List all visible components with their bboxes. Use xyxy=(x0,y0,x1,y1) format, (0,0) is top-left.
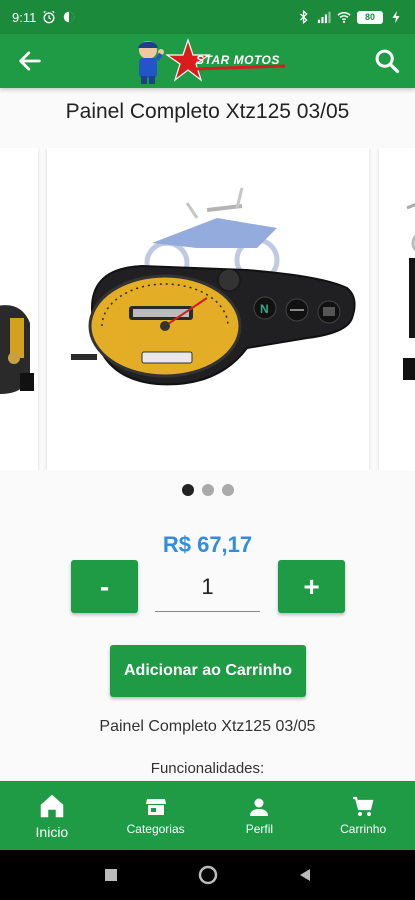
increase-quantity-button[interactable]: + xyxy=(278,560,345,613)
product-title: Painel Completo Xtz125 03/05 xyxy=(65,100,350,123)
features-heading: Funcionalidades: xyxy=(150,760,265,777)
nav-item-carrinho[interactable]: Carrinho xyxy=(311,781,415,850)
nav-item-inicio[interactable]: Inicio xyxy=(0,781,104,850)
nav-label-categorias: Categorias xyxy=(126,822,185,836)
alarm-icon xyxy=(43,10,55,24)
status-bar: 9:11 80 xyxy=(0,0,415,34)
app-notification-icon xyxy=(64,11,75,23)
nav-label-carrinho: Carrinho xyxy=(340,822,387,836)
nav-item-categorias[interactable]: Categorias xyxy=(104,781,208,850)
charging-icon xyxy=(392,10,400,24)
battery-icon: 80 xyxy=(357,10,383,24)
decrease-quantity-button[interactable]: - xyxy=(71,560,138,613)
carousel-indicator xyxy=(0,484,415,496)
product-image-next xyxy=(403,203,415,380)
recent-apps-icon[interactable] xyxy=(104,868,118,882)
signal-icon xyxy=(317,11,331,24)
bluetooth-icon xyxy=(300,10,308,24)
carousel-slide-active[interactable]: N xyxy=(47,148,369,470)
brand-name: STAR MOTOS xyxy=(196,53,280,67)
system-navigation-bar xyxy=(0,850,415,900)
svg-text:N: N xyxy=(260,302,269,316)
home-icon xyxy=(40,794,64,818)
person-icon xyxy=(250,798,269,816)
cart-icon xyxy=(353,796,374,816)
nav-item-perfil[interactable]: Perfil xyxy=(208,781,312,850)
product-image-previous xyxy=(0,305,34,394)
nav-label-perfil: Perfil xyxy=(245,822,274,836)
carousel-dot-2[interactable] xyxy=(201,484,214,496)
nav-label-inicio: Inicio xyxy=(35,824,69,840)
bottom-navigation: Inicio Categorias Perfil Carrinho xyxy=(0,781,415,850)
carousel-dot-1[interactable] xyxy=(181,484,194,496)
brand-logo: STAR MOTOS xyxy=(130,36,290,86)
home-button-icon[interactable] xyxy=(198,865,218,885)
carousel-dot-3[interactable] xyxy=(221,484,234,496)
product-image-carousel[interactable]: N xyxy=(0,148,415,470)
add-to-cart-button[interactable]: Adicionar ao Carrinho xyxy=(110,645,306,697)
app-bar: STAR MOTOS xyxy=(0,34,415,88)
status-time: 9:11 xyxy=(12,9,37,25)
quantity-input[interactable] xyxy=(155,562,260,612)
arrow-left-icon[interactable] xyxy=(16,47,44,75)
store-icon xyxy=(145,799,166,815)
product-description: Painel Completo Xtz125 03/05 xyxy=(99,718,316,735)
back-triangle-icon[interactable] xyxy=(298,868,312,882)
search-icon[interactable] xyxy=(373,47,401,75)
wifi-icon xyxy=(337,12,351,23)
product-price: R$ 67,17 xyxy=(162,532,253,557)
carousel-slide-next[interactable] xyxy=(379,148,415,470)
carousel-slide-previous[interactable] xyxy=(0,148,38,470)
product-image: N xyxy=(71,187,356,386)
